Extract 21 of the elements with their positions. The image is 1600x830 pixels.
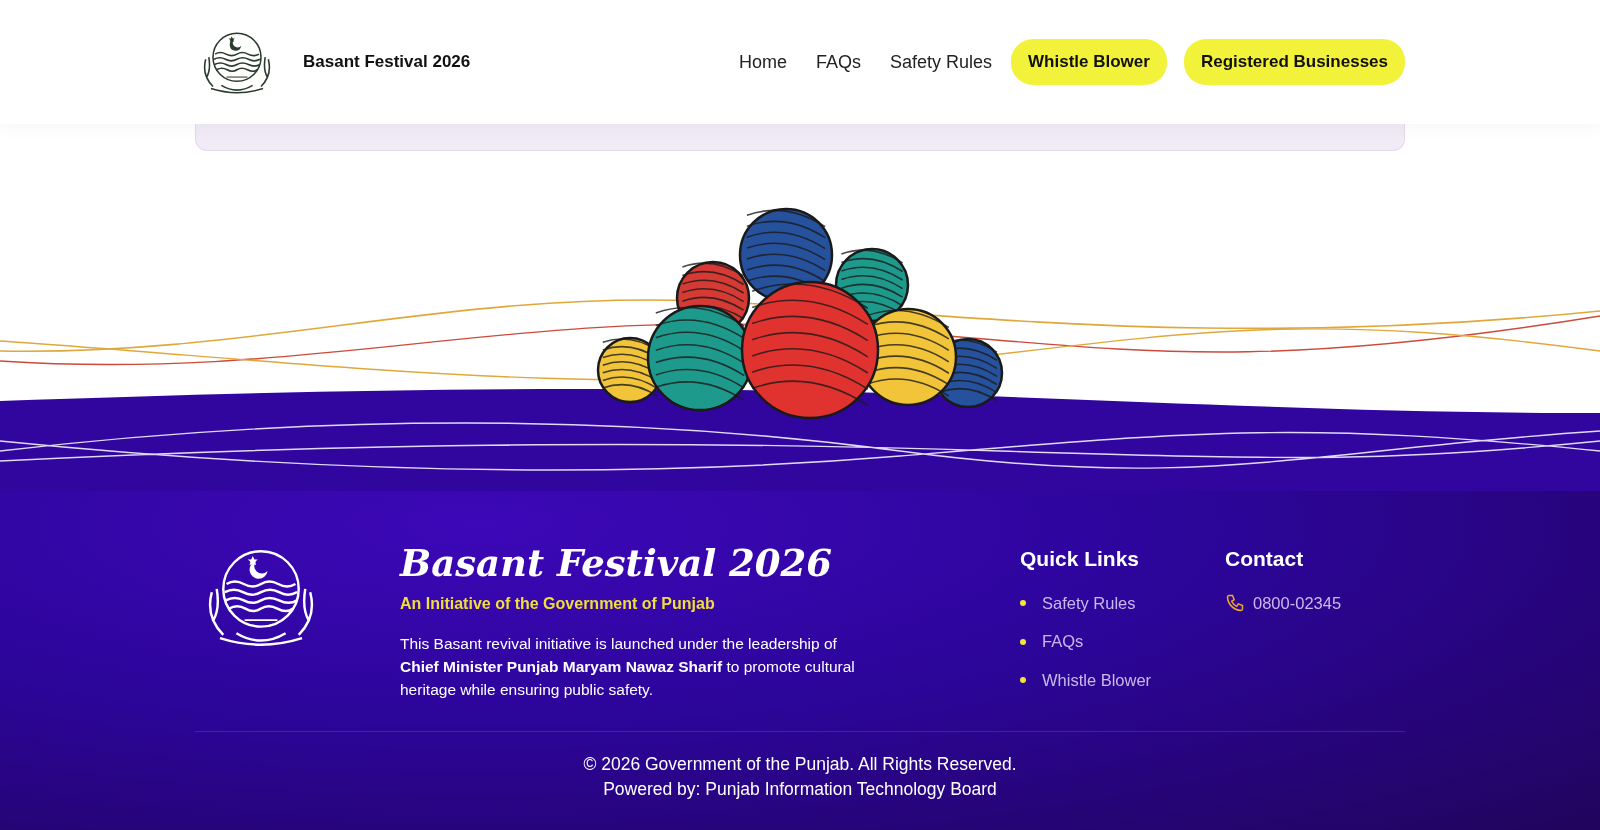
nav-link[interactable]: FAQs bbox=[813, 42, 863, 82]
footer-link[interactable]: Safety Rules bbox=[1042, 590, 1136, 616]
bullet-icon bbox=[1020, 677, 1026, 684]
footer-link[interactable]: FAQs bbox=[1042, 629, 1084, 654]
nav-link[interactable]: Safety Rules bbox=[888, 42, 995, 82]
nav-button[interactable]: Whistle Blower bbox=[1011, 39, 1167, 85]
quick-links-heading: Quick Links bbox=[1020, 546, 1141, 572]
footer-subtitle: An Initiative of the Government of Punjab bbox=[400, 593, 716, 614]
site-title: Basant Festival 2026 bbox=[303, 51, 471, 74]
nav-link[interactable]: Home bbox=[736, 42, 789, 82]
nav-button[interactable]: Registered Businesses bbox=[1183, 39, 1405, 85]
bullet-icon bbox=[1020, 599, 1026, 606]
footer-description: This Basant revival initiative is launched under the leadership of Chief Minister Punjab Maryam Nawaz Sharif to promote cultural heritage while ensuring public safety. bbox=[400, 633, 856, 701]
phone-icon bbox=[1225, 592, 1245, 613]
contact-heading: Contact bbox=[1225, 546, 1305, 572]
copyright-text: © 2026 Government of the Punjab. All Rights Reserved. bbox=[582, 752, 1018, 776]
powered-by-text: Powered by: Punjab Information Technology Board bbox=[602, 778, 998, 802]
phone-number: 0800-02345 bbox=[1253, 592, 1342, 614]
bullet-icon bbox=[1020, 638, 1026, 645]
footer-title: Basant Festival 2026 bbox=[400, 543, 834, 584]
footer-link[interactable]: Whistle Blower bbox=[1042, 668, 1152, 693]
